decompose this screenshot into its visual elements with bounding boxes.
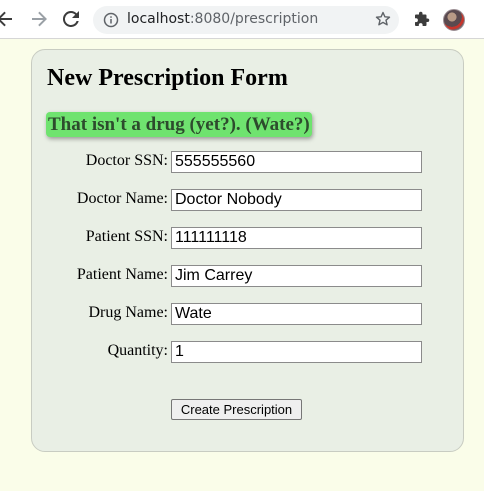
drug-name-label: Drug Name:: [88, 304, 168, 321]
browser-toolbar: localhost:8080/prescription: [0, 0, 484, 39]
address-bar[interactable]: localhost:8080/prescription: [93, 6, 399, 34]
doctor-name-input[interactable]: [171, 189, 422, 211]
quantity-label: Quantity:: [107, 342, 168, 359]
doctor-ssn-label: Doctor SSN:: [85, 152, 168, 169]
doctor-ssn-input[interactable]: [171, 151, 422, 173]
doctor-ssn-row: Doctor SSN:: [32, 151, 465, 173]
site-info-icon[interactable]: [103, 12, 119, 28]
forward-arrow-icon[interactable]: [28, 8, 50, 30]
quantity-row: Quantity:: [32, 341, 465, 363]
create-prescription-button[interactable]: Create Prescription: [171, 399, 302, 420]
patient-name-row: Patient Name:: [32, 265, 465, 287]
url-text[interactable]: localhost:8080/prescription: [127, 11, 318, 27]
patient-ssn-label: Patient SSN:: [85, 228, 168, 245]
patient-name-input[interactable]: [171, 265, 422, 287]
patient-name-label: Patient Name:: [76, 266, 168, 283]
reload-icon[interactable]: [60, 8, 82, 30]
form-title: New Prescription Form: [47, 65, 288, 91]
patient-ssn-row: Patient SSN:: [32, 227, 465, 249]
doctor-name-label: Doctor Name:: [76, 190, 168, 207]
patient-ssn-input[interactable]: [171, 227, 422, 249]
prescription-form-panel: New Prescription Form That isn't a drug …: [31, 49, 464, 452]
drug-name-input[interactable]: [171, 303, 422, 325]
error-message: That isn't a drug (yet?). (Wate?): [46, 112, 312, 137]
doctor-name-row: Doctor Name:: [32, 189, 465, 211]
profile-avatar[interactable]: [443, 9, 465, 31]
bookmark-star-icon[interactable]: [375, 11, 391, 32]
quantity-input[interactable]: [171, 341, 422, 363]
drug-name-row: Drug Name:: [32, 303, 465, 325]
back-arrow-icon[interactable]: [0, 8, 16, 30]
extensions-puzzle-icon[interactable]: [411, 8, 433, 30]
